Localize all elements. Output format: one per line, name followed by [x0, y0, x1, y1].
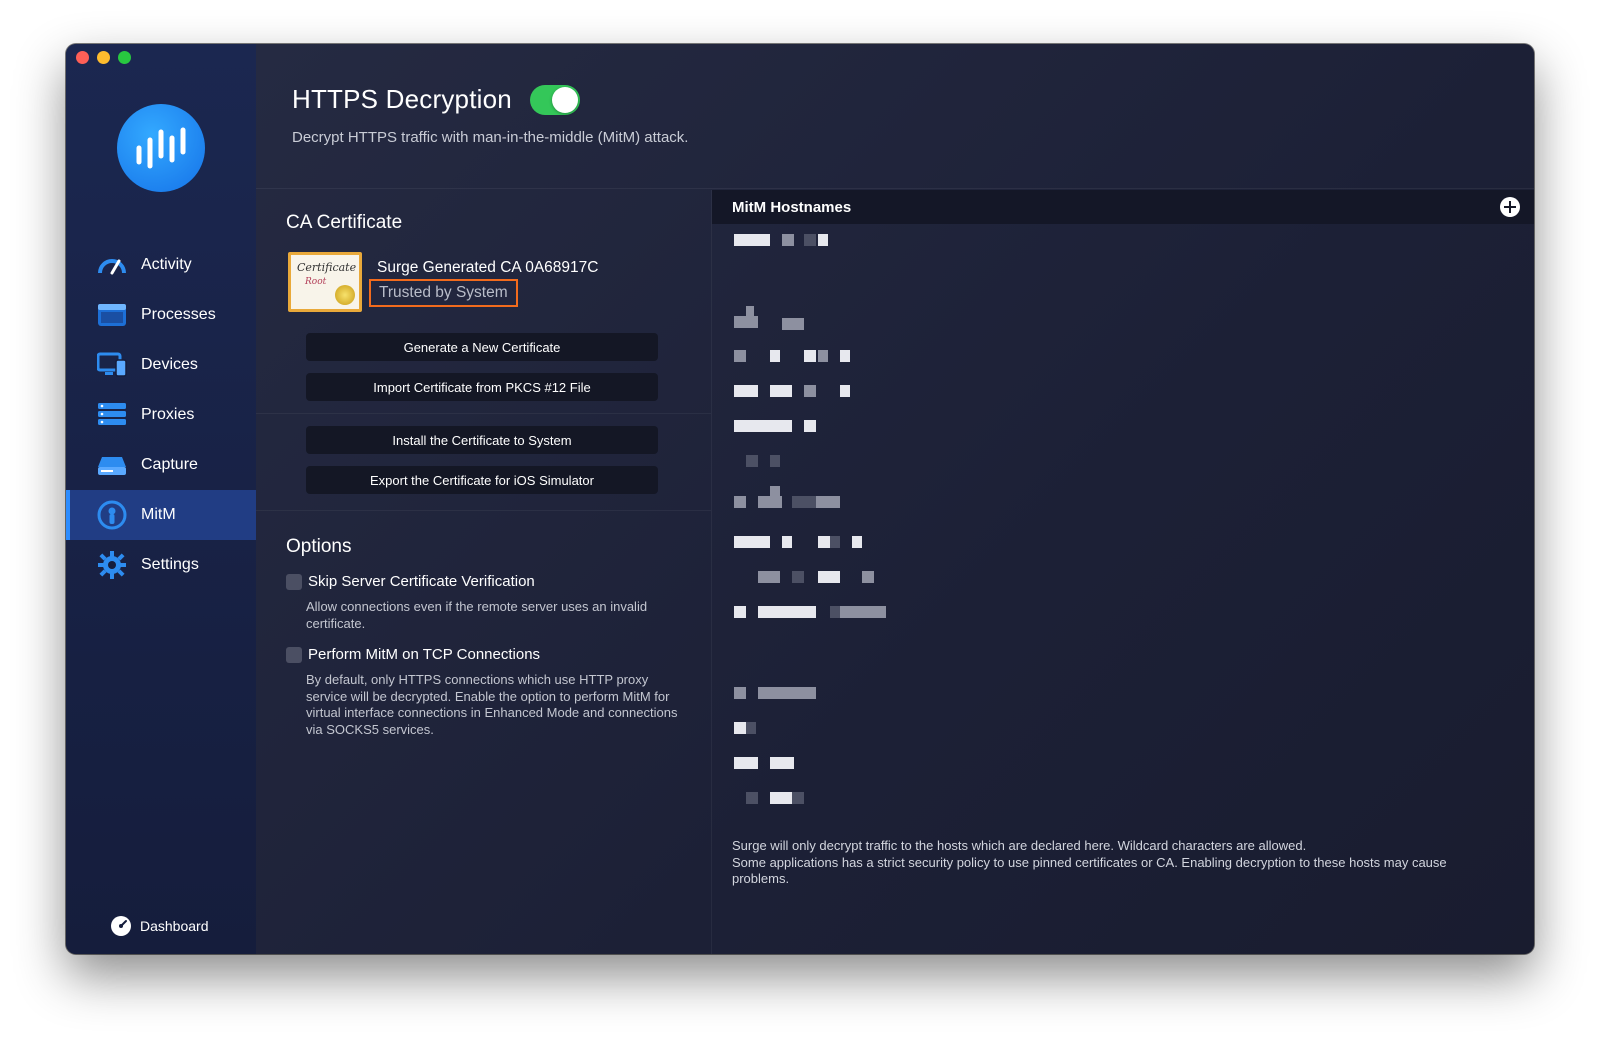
list-item[interactable]	[734, 606, 994, 618]
waveform-logo-icon	[117, 104, 205, 192]
option-description: By default, only HTTPS connections which…	[306, 672, 678, 737]
section-divider	[256, 413, 711, 414]
tcp-mitm-checkbox[interactable]	[286, 646, 302, 663]
option-skip-verification: Skip Server Certificate Verification	[286, 573, 535, 590]
list-item[interactable]	[734, 385, 994, 397]
list-item[interactable]	[734, 687, 994, 699]
option-tcp-mitm: Perform MitM on TCP Connections	[286, 646, 540, 663]
skip-verification-checkbox[interactable]	[286, 573, 302, 590]
hostnames-note-line: Some applications has a strict security …	[732, 854, 1447, 887]
sidebar-item-label: MitM	[141, 506, 176, 523]
dashboard-gauge-icon	[110, 915, 132, 937]
hostnames-panel: MitM Hostnames Surge will only decrypt t…	[711, 190, 1534, 954]
window-icon	[96, 299, 128, 331]
certificate-name: Surge Generated CA 0A68917C	[377, 259, 599, 276]
plus-circle-icon[interactable]	[1500, 197, 1520, 217]
certificate-panel: CA Certificate Certificate Root Surge Ge…	[256, 190, 711, 954]
page-subtitle: Decrypt HTTPS traffic with man-in-the-mi…	[292, 129, 689, 146]
mitm-icon	[96, 499, 128, 531]
option-label: Perform MitM on TCP Connections	[308, 646, 541, 663]
hostnames-header: MitM Hostnames	[712, 190, 1534, 224]
generate-certificate-button[interactable]: Generate a New Certificate	[306, 333, 658, 361]
sidebar-item-label: Activity	[141, 256, 192, 273]
list-item[interactable]	[734, 757, 994, 769]
list-item[interactable]	[734, 792, 994, 804]
minimize-window-button[interactable]	[97, 51, 110, 64]
ca-certificate-title: CA Certificate	[286, 212, 403, 233]
close-window-button[interactable]	[76, 51, 89, 64]
hostnames-title: MitM Hostnames	[732, 198, 852, 216]
list-item[interactable]	[734, 722, 994, 734]
install-certificate-button[interactable]: Install the Certificate to System	[306, 426, 658, 454]
server-icon	[96, 399, 128, 431]
sidebar-item-devices[interactable]: Devices	[66, 340, 256, 390]
sidebar-item-settings[interactable]: Settings	[66, 540, 256, 590]
sidebar-item-mitm[interactable]: MitM	[66, 490, 256, 540]
maximize-window-button[interactable]	[118, 51, 131, 64]
app-window: Activity Processes Devices Proxies Captu…	[66, 44, 1534, 954]
sidebar-item-proxies[interactable]: Proxies	[66, 390, 256, 440]
list-item[interactable]	[734, 536, 994, 548]
devices-icon	[96, 349, 128, 381]
import-certificate-button[interactable]: Import Certificate from PKCS #12 File	[306, 373, 658, 401]
options-title: Options	[286, 536, 352, 557]
list-item[interactable]	[734, 234, 994, 246]
certificate-status: Trusted by System	[369, 279, 518, 307]
sidebar-item-label: Devices	[141, 356, 198, 373]
sidebar-item-label: Proxies	[141, 406, 195, 423]
page-title: HTTPS Decryption	[292, 84, 512, 114]
toggle-knob	[551, 86, 578, 113]
gear-icon	[96, 549, 128, 581]
drive-icon	[96, 449, 128, 481]
sidebar-item-capture[interactable]: Capture	[66, 440, 256, 490]
hostnames-note: Surge will only decrypt traffic to the h…	[732, 838, 1472, 888]
header-divider	[256, 188, 1534, 189]
list-item[interactable]	[734, 306, 994, 330]
option-description: Allow connections even if the remote ser…	[306, 599, 648, 631]
https-decryption-toggle[interactable]	[529, 84, 580, 115]
hostnames-note-line: Surge will only decrypt traffic to the h…	[732, 838, 1307, 853]
seal-icon	[335, 285, 355, 305]
list-item[interactable]	[734, 420, 994, 432]
window-controls	[76, 51, 131, 64]
list-item[interactable]	[734, 455, 994, 467]
sidebar-item-label: Processes	[141, 306, 216, 323]
hostname-list	[734, 224, 1034, 814]
main-panel: HTTPS Decryption Decrypt HTTPS traffic w…	[256, 44, 1534, 954]
list-item[interactable]	[734, 571, 994, 583]
export-certificate-button[interactable]: Export the Certificate for iOS Simulator	[306, 466, 658, 494]
sidebar-nav: Activity Processes Devices Proxies Captu…	[66, 240, 256, 590]
page-header: HTTPS Decryption Decrypt HTTPS traffic w…	[292, 84, 688, 146]
certificate-icon: Certificate Root	[288, 252, 362, 312]
section-divider	[256, 510, 711, 511]
sidebar-item-label: Capture	[141, 456, 198, 473]
list-item[interactable]	[734, 486, 994, 508]
sidebar-item-activity[interactable]: Activity	[66, 240, 256, 290]
dashboard-button[interactable]: Dashboard	[110, 915, 209, 937]
list-item[interactable]	[734, 350, 994, 362]
option-label: Skip Server Certificate Verification	[308, 573, 535, 590]
sidebar-item-label: Settings	[141, 556, 199, 573]
dashboard-label: Dashboard	[140, 918, 209, 934]
sidebar-item-processes[interactable]: Processes	[66, 290, 256, 340]
speedometer-icon	[96, 249, 128, 281]
sidebar: Activity Processes Devices Proxies Captu…	[66, 44, 256, 954]
